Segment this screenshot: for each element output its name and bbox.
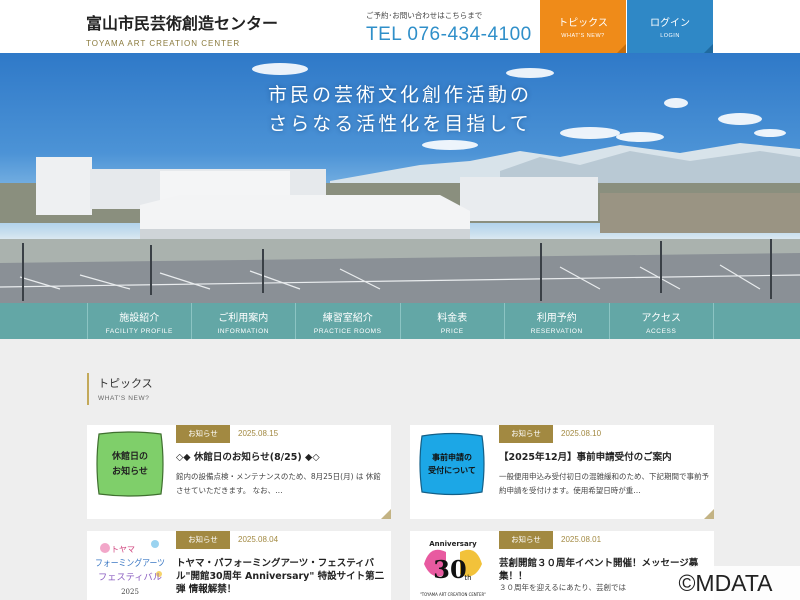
logo-japanese: 富山市民芸術創造センター: [86, 14, 279, 33]
thumb-text: 2025: [121, 588, 139, 596]
nav-item-practice-rooms[interactable]: 練習室紹介 PRACTICE ROOMS: [296, 303, 401, 339]
anniversary-logo-thumbnail: Anniversary 30 th "TOYAMA ART CREATION C…: [416, 534, 490, 600]
post-date: 2025.08.15: [238, 429, 279, 438]
nav-label: 利用予約: [536, 313, 577, 324]
thumb-text: th: [464, 574, 471, 582]
category-tag: お知らせ: [499, 531, 553, 549]
post-date: 2025.08.04: [238, 535, 279, 544]
nav-sublabel: INFORMATION: [217, 328, 270, 335]
hero-tagline: 市民の芸術文化創作活動の さらなる活性化を目指して: [0, 81, 800, 139]
post-title[interactable]: ◇◆ 休館日のお知らせ(8/25) ◆◇: [176, 451, 386, 464]
nav-item-information[interactable]: ご利用案内 INFORMATION: [192, 303, 296, 339]
topics-button[interactable]: トピックス WHAT'S NEW?: [540, 0, 626, 53]
topics-heading-subtitle: WHAT'S NEW?: [98, 395, 150, 402]
nav-sublabel: PRICE: [440, 328, 464, 335]
phone-number[interactable]: TEL 076-434-4100: [366, 24, 532, 46]
nav-item-reservation[interactable]: 利用予約 RESERVATION: [505, 303, 610, 339]
nav-sublabel: RESERVATION: [530, 328, 583, 335]
thumb-text: "TOYAMA ART CREATION CENTER": [420, 592, 486, 598]
thumb-text: 受付について: [428, 465, 476, 475]
topics-button-sublabel: WHAT'S NEW?: [561, 33, 605, 39]
hero-tagline-line1: 市民の芸術文化創作活動の: [267, 84, 532, 106]
thumb-text: 30: [433, 555, 466, 584]
nav-sublabel: PRACTICE ROOMS: [313, 328, 382, 335]
nav-label: ご利用案内: [218, 313, 269, 324]
festival-thumbnail: トヤマ フォーミングアーツ フェスティバル 2025: [93, 534, 167, 600]
hero-tagline-line2: さらなる活性化を目指して: [268, 113, 532, 135]
main-nav: 施設紹介 FACILITY PROFILE ご利用案内 INFORMATION …: [0, 303, 800, 339]
hero-banner: 市民の芸術文化創作活動の さらなる活性化を目指して: [0, 53, 800, 303]
thumb-text: フォーミングアーツ: [95, 557, 165, 569]
logo-english: TOYAMA ART CREATION CENTER: [86, 39, 241, 48]
contact-block: ご予約･お問い合わせはこちらまで TEL 076-434-4100: [366, 10, 532, 46]
nav-item-facility[interactable]: 施設紹介 FACILITY PROFILE: [87, 303, 192, 339]
nav-item-price[interactable]: 料金表 PRICE: [401, 303, 505, 339]
copyright-watermark: ©MDATA: [651, 566, 800, 600]
thumb-text: 休館日の: [111, 450, 148, 462]
topic-card[interactable]: 休館日の お知らせ お知らせ 2025.08.15 ◇◆ 休館日のお知らせ(8/…: [87, 425, 391, 519]
notice-thumbnail: 休館日の お知らせ: [93, 428, 167, 500]
site-header: 富山市民芸術創造センター TOYAMA ART CREATION CENTER …: [0, 0, 800, 53]
login-button-sublabel: LOGIN: [660, 33, 680, 39]
nav-sublabel: FACILITY PROFILE: [105, 328, 173, 335]
notice-thumbnail: 事前申請の 受付について: [416, 428, 490, 500]
topics-heading: トピックス WHAT'S NEW?: [87, 373, 153, 405]
topic-card[interactable]: トヤマ フォーミングアーツ フェスティバル 2025 お知らせ 2025.08.…: [87, 531, 391, 600]
category-tag: お知らせ: [499, 425, 553, 443]
thumb-text: トヤマ: [111, 545, 135, 554]
post-date: 2025.08.10: [561, 429, 602, 438]
topics-heading-title: トピックス: [98, 377, 153, 390]
category-tag: お知らせ: [176, 425, 230, 443]
nav-item-access[interactable]: アクセス ACCESS: [610, 303, 714, 339]
thumb-text: 事前申請の: [432, 452, 472, 462]
nav-label: アクセス: [641, 313, 682, 324]
login-button-label: ログイン: [650, 18, 690, 29]
nav-label: 練習室紹介: [322, 313, 373, 324]
nav-label: 料金表: [437, 313, 468, 324]
nav-sublabel: ACCESS: [646, 328, 677, 335]
post-title[interactable]: トヤマ・パフォーミングアーツ・フェスティバル"開館30周年 Anniversar…: [176, 557, 386, 596]
site-logo[interactable]: 富山市民芸術創造センター TOYAMA ART CREATION CENTER: [86, 10, 278, 48]
post-title[interactable]: 【2025年12月】事前申請受付のご案内: [499, 451, 709, 464]
thumb-text: Anniversary: [429, 540, 477, 548]
contact-note: ご予約･お問い合わせはこちらまで: [366, 11, 483, 20]
login-button[interactable]: ログイン LOGIN: [627, 0, 713, 53]
topic-card[interactable]: 事前申請の 受付について お知らせ 2025.08.10 【2025年12月】事…: [410, 425, 714, 519]
thumb-text: フェスティバル: [98, 572, 162, 583]
post-excerpt: 館内の設備点検・メンテナンスのため、8月25日(月) は 休館 させていただきま…: [176, 472, 381, 495]
post-date: 2025.08.01: [561, 535, 602, 544]
thumb-text: お知らせ: [112, 465, 148, 477]
nav-label: 施設紹介: [119, 313, 160, 324]
topics-button-label: トピックス: [558, 18, 608, 29]
category-tag: お知らせ: [176, 531, 230, 549]
post-excerpt: 一般便用申込み受付初日の混雑緩和のため、下記期間で事前予約申請を受付けます。使用…: [499, 472, 709, 495]
